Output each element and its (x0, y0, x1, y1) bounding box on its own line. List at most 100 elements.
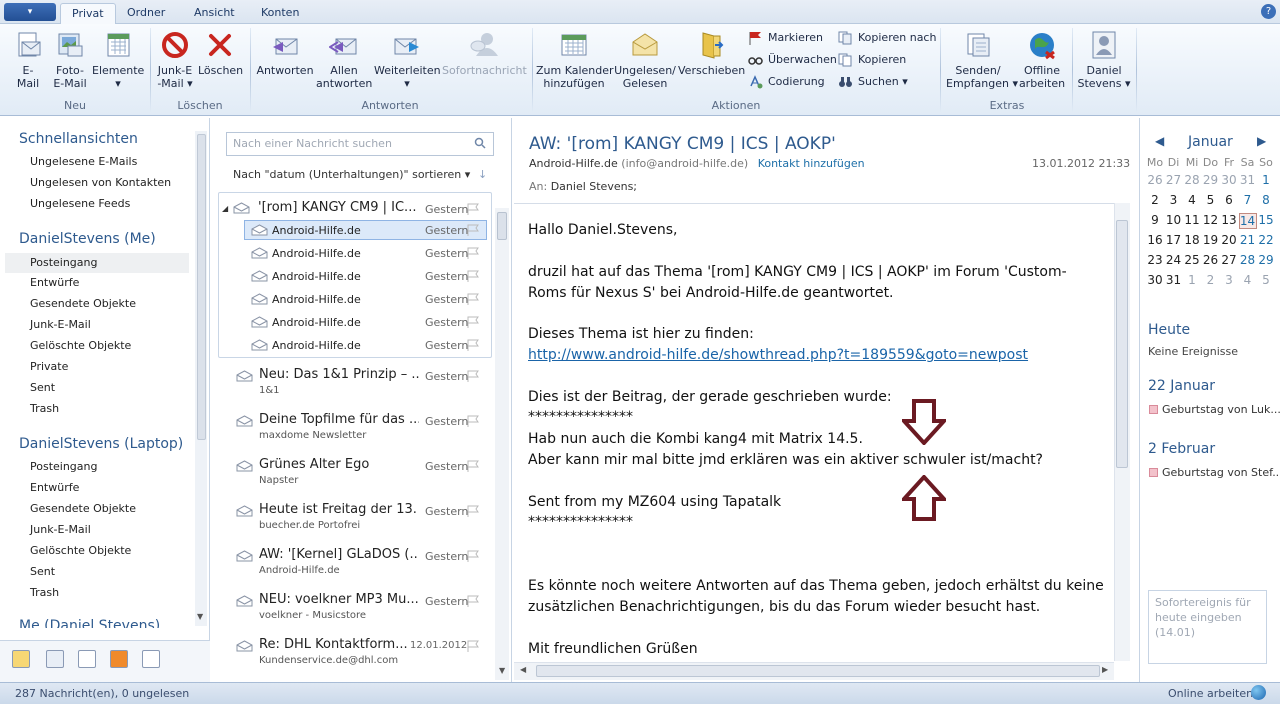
nav-section-title[interactable]: Schnellansichten (19, 131, 138, 147)
tab-ansicht[interactable]: Ansicht (183, 3, 246, 24)
move-button[interactable]: Verschieben (678, 30, 745, 77)
encoding-button[interactable]: Codierung (748, 72, 825, 92)
calendar-day[interactable]: 14 (1238, 213, 1257, 229)
nav-item[interactable]: Trash (30, 399, 59, 419)
copy-button[interactable]: Kopieren (838, 50, 906, 70)
copy-to-button[interactable]: Kopieren nach (838, 28, 936, 48)
flag-icon[interactable] (466, 316, 480, 328)
calendar-day[interactable]: 27 (1165, 173, 1183, 187)
contacts-module-icon[interactable] (78, 650, 96, 668)
flag-icon[interactable] (466, 415, 480, 427)
nav-section-title[interactable]: DanielStevens (Me) (19, 231, 156, 247)
reply-all-button[interactable]: Allen antworten (316, 30, 372, 90)
unread-read-button[interactable]: Ungelesen/ Gelesen (614, 30, 676, 90)
calendar-day[interactable]: 26 (1146, 173, 1164, 187)
watch-button[interactable]: Überwachen (748, 50, 837, 70)
calendar-event[interactable]: Geburtstag von Luk... (1149, 403, 1280, 416)
junk-email-button[interactable]: Junk-E -Mail ▾ (156, 30, 194, 90)
tab-ordner[interactable]: Ordner (116, 3, 176, 24)
calendar-day[interactable]: 4 (1239, 273, 1257, 287)
nav-item[interactable]: Junk-E-Mail (30, 315, 91, 335)
flag-icon[interactable] (466, 370, 480, 382)
nav-item[interactable]: Gelöschte Objekte (30, 541, 131, 561)
send-receive-button[interactable]: Senden/ Empfangen ▾ (946, 30, 1018, 90)
flag-icon[interactable] (466, 640, 480, 652)
from-name[interactable]: Android-Hilfe.de (529, 157, 618, 170)
flag-icon[interactable] (466, 460, 480, 472)
find-button[interactable]: Suchen ▾ (838, 72, 908, 92)
calendar-day[interactable]: 11 (1183, 213, 1201, 227)
nav-item[interactable]: Junk-E-Mail (30, 520, 91, 540)
nav-item[interactable]: Sent (30, 562, 55, 582)
scroll-left-icon[interactable]: ◀ (520, 665, 526, 674)
reply-button[interactable]: Antworten (256, 30, 314, 77)
delete-button[interactable]: Löschen (198, 30, 243, 77)
calendar-day[interactable]: 15 (1257, 213, 1275, 227)
scroll-down-icon[interactable]: ▼ (197, 612, 203, 621)
calendar-day[interactable]: 19 (1202, 233, 1220, 247)
flag-icon[interactable] (466, 270, 480, 282)
flag-icon[interactable] (466, 203, 480, 215)
calendar-day[interactable]: 5 (1202, 193, 1220, 207)
feeds-module-icon[interactable] (110, 650, 128, 668)
tab-konten[interactable]: Konten (250, 3, 310, 24)
photo-email-button[interactable]: Foto- E-Mail (52, 30, 88, 90)
nav-item[interactable]: Gesendete Objekte (30, 294, 136, 314)
nav-item[interactable]: Sent (30, 378, 55, 398)
calendar-day[interactable]: 2 (1146, 193, 1164, 207)
nav-section-title[interactable]: DanielStevens (Laptop) (19, 436, 183, 452)
calendar-day[interactable]: 28 (1183, 173, 1201, 187)
nav-item[interactable]: Ungelesen von Kontakten (30, 173, 171, 193)
nav-section-title[interactable]: Me (Daniel Stevens) (19, 618, 160, 628)
add-to-calendar-button[interactable]: Zum Kalender hinzufügen (536, 30, 614, 90)
nav-item[interactable]: Posteingang (30, 457, 98, 477)
calendar-day[interactable]: 16 (1146, 233, 1164, 247)
status-online[interactable]: Online arbeiten (1168, 687, 1253, 700)
calendar-day[interactable]: 21 (1239, 233, 1257, 247)
list-scrollbar[interactable] (495, 208, 509, 680)
instant-message-button[interactable]: Sofortnachricht (442, 30, 527, 77)
nav-item[interactable]: Ungelesene E-Mails (30, 152, 137, 172)
calendar-next-icon[interactable]: ▶ (1257, 134, 1266, 148)
reading-hscroll-thumb[interactable] (536, 665, 1100, 677)
calendar-day[interactable]: 30 (1146, 273, 1164, 287)
add-contact-link[interactable]: Kontakt hinzufügen (758, 157, 865, 170)
calendar-day[interactable]: 26 (1202, 253, 1220, 267)
new-email-button[interactable]: E- Mail (12, 30, 44, 90)
nav-item[interactable]: Gesendete Objekte (30, 499, 136, 519)
to-recipient[interactable]: Daniel Stevens; (551, 180, 637, 193)
flag-icon[interactable] (466, 339, 480, 351)
app-menu-button[interactable]: ▾ (4, 3, 56, 21)
calendar-day[interactable]: 3 (1220, 273, 1238, 287)
forward-button[interactable]: Weiterleiten ▾ (374, 30, 441, 90)
nav-item-selected[interactable]: Posteingang (5, 253, 189, 273)
calendar-day[interactable]: 24 (1165, 253, 1183, 267)
calendar-day[interactable]: 29 (1257, 253, 1275, 267)
search-input[interactable]: Nach einer Nachricht suchen (226, 132, 494, 156)
calendar-day[interactable]: 29 (1202, 173, 1220, 187)
scroll-down-icon[interactable]: ▼ (499, 666, 505, 675)
thread-subject[interactable]: '[rom] KANGY CM9 | IC... (258, 200, 418, 215)
new-items-button[interactable]: Elemente ▾ (92, 30, 144, 90)
calendar-day[interactable]: 31 (1239, 173, 1257, 187)
flag-icon[interactable] (466, 550, 480, 562)
flag-button[interactable]: Markieren (748, 28, 823, 48)
flag-icon[interactable] (466, 595, 480, 607)
calendar-day[interactable]: 3 (1165, 193, 1183, 207)
calendar-module-icon[interactable] (46, 650, 64, 668)
calendar-day[interactable]: 17 (1165, 233, 1183, 247)
thread-link[interactable]: http://www.android-hilfe.de/showthread.p… (528, 347, 1028, 363)
thread-url-link[interactable]: http://www.android-hilfe.de/showthread.p… (528, 347, 1028, 363)
calendar-day[interactable]: 23 (1146, 253, 1164, 267)
calendar-day[interactable]: 20 (1220, 233, 1238, 247)
reading-scroll-thumb[interactable] (1116, 220, 1128, 468)
calendar-day[interactable]: 22 (1257, 233, 1275, 247)
calendar-day[interactable]: 25 (1183, 253, 1201, 267)
nav-item[interactable]: Entwürfe (30, 478, 79, 498)
flag-icon[interactable] (466, 247, 480, 259)
mail-module-icon[interactable] (12, 650, 30, 668)
calendar-day[interactable]: 6 (1220, 193, 1238, 207)
help-icon[interactable]: ? (1261, 4, 1276, 19)
tab-privat[interactable]: Privat (60, 3, 116, 24)
calendar-day[interactable]: 7 (1239, 193, 1257, 207)
